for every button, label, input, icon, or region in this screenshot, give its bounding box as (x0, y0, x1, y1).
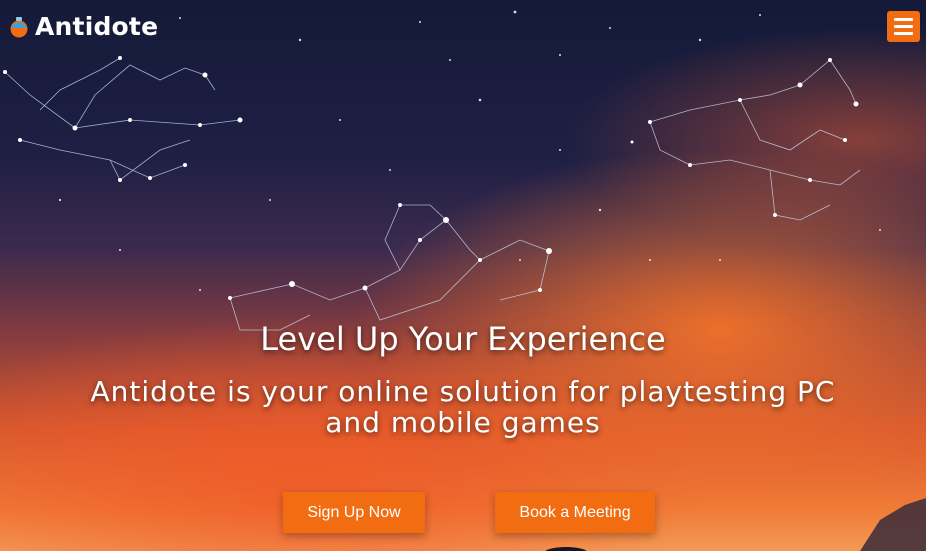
hero-headline: Level Up Your Experience (260, 320, 666, 358)
potion-flask-icon (10, 16, 28, 37)
menu-bar (894, 18, 913, 21)
menu-bar (894, 25, 913, 28)
mountain-silhouette (545, 498, 926, 551)
brand-name: Antidote (35, 12, 159, 41)
book-meeting-button[interactable]: Book a Meeting (495, 492, 655, 533)
menu-bar (894, 32, 913, 35)
hamburger-menu-icon[interactable] (887, 11, 920, 42)
hero-background (0, 0, 926, 551)
hero-subheadline: Antidote is your online solution for pla… (90, 375, 836, 439)
sign-up-button[interactable]: Sign Up Now (283, 492, 425, 533)
brand-logo[interactable]: Antidote (8, 12, 158, 41)
